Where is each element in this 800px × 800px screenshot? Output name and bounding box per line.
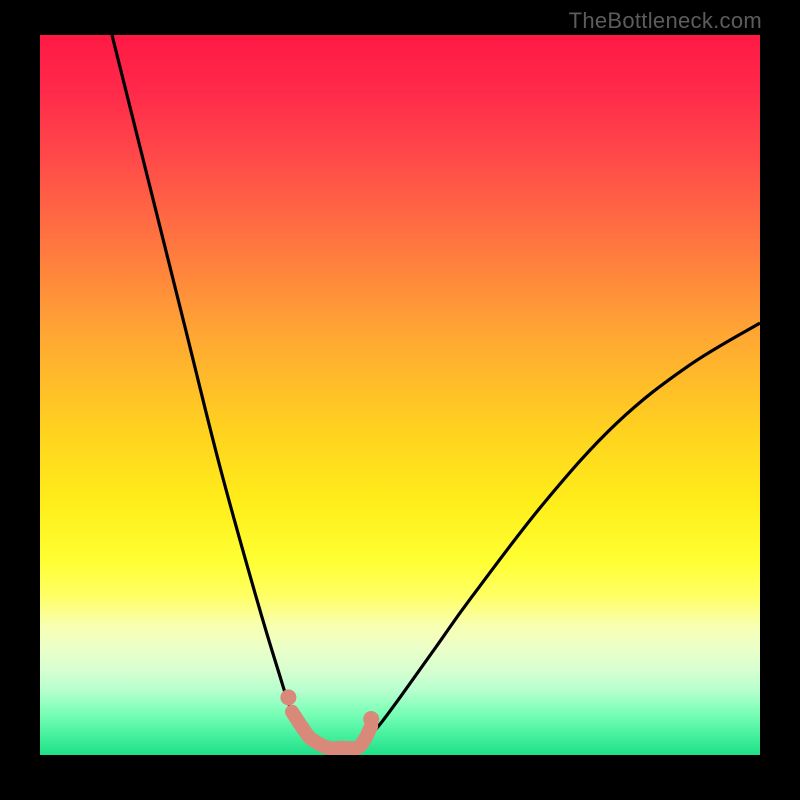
min-bump [321, 741, 335, 755]
min-bump [307, 734, 321, 748]
min-dot-right [363, 711, 379, 727]
watermark-text: TheBottleneck.com [569, 8, 762, 34]
curve-left [112, 35, 314, 741]
chart-frame: TheBottleneck.com [0, 0, 800, 800]
chart-svg [40, 35, 760, 755]
min-bump [357, 734, 371, 748]
curve-right [364, 323, 760, 741]
min-dot-left [280, 689, 296, 705]
plot-area [40, 35, 760, 755]
